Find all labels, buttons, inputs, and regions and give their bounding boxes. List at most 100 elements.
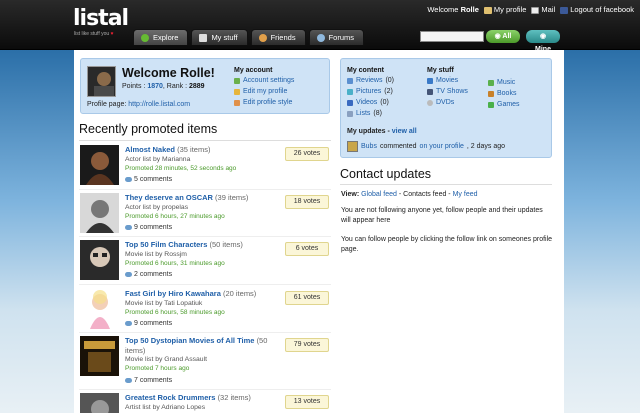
my-profile-link[interactable]: My profile — [483, 5, 527, 15]
logout-link[interactable]: Logout of facebook — [560, 5, 634, 15]
item-promoted-time: Promoted 7 hours ago — [125, 365, 190, 372]
item-title-link[interactable]: Top 50 Film Characters — [125, 240, 207, 249]
pictures-icon — [347, 88, 353, 95]
edit-profile-style-link[interactable]: Edit profile style — [234, 97, 294, 108]
tab-explore[interactable]: Explore — [133, 29, 189, 45]
item-count: (20 items) — [222, 289, 257, 298]
item-comments-link[interactable]: 5 comments — [125, 175, 172, 184]
music-label: Music — [497, 79, 516, 86]
search-all-button[interactable]: ◉ All — [486, 30, 520, 43]
tab-friends-label: Friends — [270, 32, 296, 42]
avatar[interactable] — [87, 66, 116, 97]
style-icon — [234, 99, 240, 106]
votes-badge[interactable]: 79 votes — [285, 338, 329, 352]
stuff-movies-link[interactable]: Movies — [427, 75, 468, 86]
my-account-section: My account Account settings Edit my prof… — [234, 66, 294, 108]
lists-icon — [347, 110, 353, 117]
pictures-link[interactable]: Pictures — [356, 86, 381, 97]
edit-profile-label: Edit my profile — [243, 88, 288, 95]
item-thumbnail-image — [80, 393, 119, 413]
votes-badge[interactable]: 13 votes — [285, 395, 329, 409]
global-feed-link[interactable]: Global feed — [361, 191, 397, 198]
item-title-link[interactable]: They deserve an OSCAR — [125, 193, 213, 202]
item-comments-link[interactable]: 9 comments — [125, 223, 172, 232]
pictures-count: (2) — [384, 88, 393, 95]
search-all-label: All — [502, 33, 512, 40]
stuff-music-link[interactable]: Music — [488, 77, 520, 88]
update-action: commented — [379, 143, 417, 150]
my-content-section: My content Reviews (0) Pictures (2) Videos… — [347, 66, 394, 119]
recently-promoted-title: Recently promoted items — [79, 122, 218, 136]
votes-badge[interactable]: 61 votes — [285, 291, 329, 305]
item-title-line: Top 50 Dystopian Movies of All Time (50 … — [125, 336, 280, 356]
my-content-heading: My content — [347, 67, 384, 74]
lists-count: (8) — [373, 110, 382, 117]
item-title-line: Greatest Rock Drummers (32 items) — [125, 393, 280, 403]
movies-label: Movies — [436, 77, 459, 84]
item-thumbnail[interactable] — [80, 336, 119, 376]
update-user-link[interactable]: Bubs — [361, 141, 377, 152]
votes-badge[interactable]: 26 votes — [285, 147, 329, 161]
search-input[interactable] — [420, 31, 484, 42]
item-title-line: Almost Naked (35 items) — [125, 145, 280, 155]
update-target-link[interactable]: on your profile — [420, 141, 464, 152]
videos-link[interactable]: Videos — [356, 97, 377, 108]
stuff-games-link[interactable]: Games — [488, 99, 520, 110]
stuff-dvds-link[interactable]: DVDs — [427, 97, 468, 108]
profile-page-label: Profile page: — [87, 101, 127, 108]
item-title-line: Top 50 Film Characters (50 items) — [125, 240, 280, 250]
item-promoted-time: Promoted 6 hours, 58 minutes ago — [125, 309, 225, 316]
stuff-tv-shows-link[interactable]: TV Shows — [427, 86, 468, 97]
item-thumbnail-image — [80, 336, 119, 376]
item-title-line: Fast Girl by Hiro Kawahara (20 items) — [125, 289, 280, 299]
tab-friends[interactable]: Friends — [250, 29, 306, 45]
item-title-link[interactable]: Fast Girl by Hiro Kawahara — [125, 289, 221, 298]
points-value[interactable]: 1870 — [147, 83, 163, 90]
site-logo[interactable]: listal — [73, 8, 129, 30]
lists-link[interactable]: Lists — [356, 108, 370, 119]
item-title-link[interactable]: Top 50 Dystopian Movies of All Time — [125, 336, 254, 345]
item-author: Artist list by Adriano Lopes — [125, 404, 206, 411]
item-thumbnail-image — [80, 193, 119, 233]
search-mine-button[interactable]: ◉ Mine — [526, 30, 560, 53]
edit-profile-link[interactable]: Edit my profile — [234, 86, 294, 97]
account-settings-link[interactable]: Account settings — [234, 75, 294, 86]
user-thumbnail[interactable] — [347, 141, 358, 152]
votes-badge[interactable]: 6 votes — [285, 242, 329, 256]
search-mine-icon: ◉ — [539, 33, 547, 40]
comment-bubble-icon — [125, 272, 132, 277]
item-thumbnail[interactable] — [80, 193, 119, 233]
view-all-link[interactable]: view all — [392, 128, 417, 135]
item-comments-link[interactable]: 2 comments — [125, 270, 172, 279]
item-comments-link[interactable]: 7 comments — [125, 376, 172, 385]
votes-badge[interactable]: 18 votes — [285, 195, 329, 209]
stuff-books-link[interactable]: Books — [488, 88, 520, 99]
item-thumbnail[interactable] — [80, 289, 119, 329]
profile-url-link[interactable]: http://rolle.listal.com — [128, 101, 190, 108]
contact-updates-hint: You can follow people by clicking the fo… — [341, 236, 553, 253]
main-tabs: Explore My stuff Friends Forums — [133, 29, 364, 45]
pencil-icon — [234, 88, 240, 95]
rank-label: , Rank : — [162, 83, 188, 90]
content-videos: Videos (0) — [347, 97, 394, 108]
tab-forums[interactable]: Forums — [308, 29, 364, 45]
item-thumbnail[interactable] — [80, 145, 119, 185]
item-title-link[interactable]: Greatest Rock Drummers — [125, 393, 215, 402]
divider — [79, 140, 331, 141]
item-comments-link[interactable]: 9 comments — [125, 319, 172, 328]
my-stuff-section: My stuff Movies TV Shows DVDs — [427, 66, 468, 108]
my-feed-link[interactable]: My feed — [453, 191, 478, 198]
my-profile-label: My profile — [493, 5, 527, 14]
list-item: Top 50 Film Characters (50 items) Movie … — [79, 238, 331, 284]
tab-my-stuff[interactable]: My stuff — [191, 29, 248, 45]
item-thumbnail-image — [80, 145, 119, 185]
item-thumbnail[interactable] — [80, 393, 119, 413]
item-title-link[interactable]: Almost Naked — [125, 145, 175, 154]
item-author: Movie list by Rossjm — [125, 251, 187, 258]
item-author: Actor list by Marianna — [125, 156, 191, 163]
reviews-link[interactable]: Reviews — [356, 75, 382, 86]
mail-link[interactable]: Mail — [531, 5, 555, 15]
item-thumbnail[interactable] — [80, 240, 119, 280]
comment-bubble-icon — [125, 378, 132, 383]
divider — [340, 184, 552, 185]
